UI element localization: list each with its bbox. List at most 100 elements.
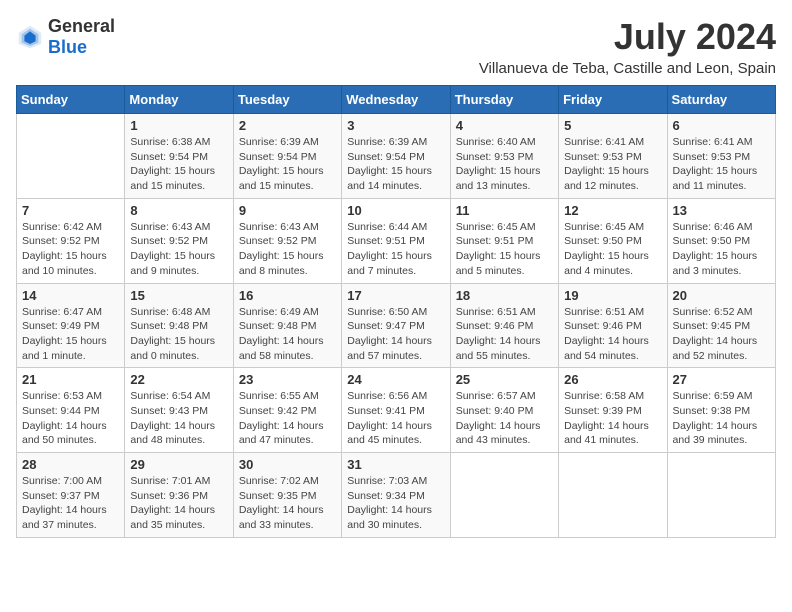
calendar-cell: 4 Sunrise: 6:40 AM Sunset: 9:53 PM Daylig… — [450, 114, 558, 199]
day-info: Sunrise: 6:39 AM Sunset: 9:54 PM Dayligh… — [347, 135, 444, 194]
calendar-cell: 12 Sunrise: 6:45 AM Sunset: 9:50 PM Dayli… — [559, 198, 667, 283]
calendar-table: SundayMondayTuesdayWednesdayThursdayFrid… — [16, 85, 776, 538]
day-number: 1 — [130, 118, 227, 133]
calendar-cell — [450, 453, 558, 538]
day-number: 21 — [22, 372, 119, 387]
calendar-cell: 22 Sunrise: 6:54 AM Sunset: 9:43 PM Dayli… — [125, 368, 233, 453]
calendar-header: SundayMondayTuesdayWednesdayThursdayFrid… — [17, 86, 776, 114]
day-info: Sunrise: 6:56 AM Sunset: 9:41 PM Dayligh… — [347, 389, 444, 448]
header-sunday: Sunday — [17, 86, 125, 114]
week-row-2: 14 Sunrise: 6:47 AM Sunset: 9:49 PM Dayli… — [17, 283, 776, 368]
day-info: Sunrise: 7:00 AM Sunset: 9:37 PM Dayligh… — [22, 474, 119, 533]
week-row-3: 21 Sunrise: 6:53 AM Sunset: 9:44 PM Dayli… — [17, 368, 776, 453]
calendar-cell: 7 Sunrise: 6:42 AM Sunset: 9:52 PM Daylig… — [17, 198, 125, 283]
calendar-cell: 27Sunrise: 6:59 AM Sunset: 9:38 PM Dayli… — [667, 368, 775, 453]
calendar-cell: 16 Sunrise: 6:49 AM Sunset: 9:48 PM Dayli… — [233, 283, 341, 368]
day-number: 28 — [22, 457, 119, 472]
day-number: 8 — [130, 203, 227, 218]
day-info: Sunrise: 6:53 AM Sunset: 9:44 PM Dayligh… — [22, 389, 119, 448]
calendar-cell — [17, 114, 125, 199]
header-friday: Friday — [559, 86, 667, 114]
day-info: Sunrise: 6:52 AM Sunset: 9:45 PM Dayligh… — [673, 305, 770, 364]
day-number: 11 — [456, 203, 553, 218]
day-number: 27 — [673, 372, 770, 387]
calendar-cell: 25Sunrise: 6:57 AM Sunset: 9:40 PM Dayli… — [450, 368, 558, 453]
calendar-cell: 14 Sunrise: 6:47 AM Sunset: 9:49 PM Dayli… — [17, 283, 125, 368]
calendar-cell: 1Sunrise: 6:38 AM Sunset: 9:54 PM Daylig… — [125, 114, 233, 199]
day-number: 3 — [347, 118, 444, 133]
page-header: General Blue July 2024 Villanueva de Teb… — [16, 16, 776, 77]
week-row-0: 1Sunrise: 6:38 AM Sunset: 9:54 PM Daylig… — [17, 114, 776, 199]
header-saturday: Saturday — [667, 86, 775, 114]
day-info: Sunrise: 6:58 AM Sunset: 9:39 PM Dayligh… — [564, 389, 661, 448]
day-info: Sunrise: 6:50 AM Sunset: 9:47 PM Dayligh… — [347, 305, 444, 364]
day-info: Sunrise: 6:51 AM Sunset: 9:46 PM Dayligh… — [456, 305, 553, 364]
day-number: 15 — [130, 288, 227, 303]
day-info: Sunrise: 6:51 AM Sunset: 9:46 PM Dayligh… — [564, 305, 661, 364]
day-number: 2 — [239, 118, 336, 133]
day-number: 6 — [673, 118, 770, 133]
day-number: 9 — [239, 203, 336, 218]
day-info: Sunrise: 6:55 AM Sunset: 9:42 PM Dayligh… — [239, 389, 336, 448]
calendar-cell: 11 Sunrise: 6:45 AM Sunset: 9:51 PM Dayli… — [450, 198, 558, 283]
day-number: 16 — [239, 288, 336, 303]
day-number: 29 — [130, 457, 227, 472]
calendar-cell: 5Sunrise: 6:41 AM Sunset: 9:53 PM Daylig… — [559, 114, 667, 199]
calendar-cell: 30 Sunrise: 7:02 AM Sunset: 9:35 PM Dayli… — [233, 453, 341, 538]
calendar-cell: 26Sunrise: 6:58 AM Sunset: 9:39 PM Dayli… — [559, 368, 667, 453]
day-info: Sunrise: 6:44 AM Sunset: 9:51 PM Dayligh… — [347, 220, 444, 279]
day-info: Sunrise: 6:40 AM Sunset: 9:53 PM Dayligh… — [456, 135, 553, 194]
header-wednesday: Wednesday — [342, 86, 450, 114]
day-info: Sunrise: 6:43 AM Sunset: 9:52 PM Dayligh… — [239, 220, 336, 279]
day-number: 14 — [22, 288, 119, 303]
day-info: Sunrise: 6:49 AM Sunset: 9:48 PM Dayligh… — [239, 305, 336, 364]
day-number: 18 — [456, 288, 553, 303]
logo-icon — [16, 23, 44, 51]
day-info: Sunrise: 6:42 AM Sunset: 9:52 PM Dayligh… — [22, 220, 119, 279]
calendar-cell: 8Sunrise: 6:43 AM Sunset: 9:52 PM Daylig… — [125, 198, 233, 283]
day-info: Sunrise: 7:01 AM Sunset: 9:36 PM Dayligh… — [130, 474, 227, 533]
calendar-cell: 6Sunrise: 6:41 AM Sunset: 9:53 PM Daylig… — [667, 114, 775, 199]
main-title: July 2024 — [479, 16, 776, 58]
day-info: Sunrise: 7:02 AM Sunset: 9:35 PM Dayligh… — [239, 474, 336, 533]
day-info: Sunrise: 6:54 AM Sunset: 9:43 PM Dayligh… — [130, 389, 227, 448]
calendar-cell: 10Sunrise: 6:44 AM Sunset: 9:51 PM Dayli… — [342, 198, 450, 283]
day-number: 24 — [347, 372, 444, 387]
header-monday: Monday — [125, 86, 233, 114]
day-info: Sunrise: 6:46 AM Sunset: 9:50 PM Dayligh… — [673, 220, 770, 279]
week-row-1: 7 Sunrise: 6:42 AM Sunset: 9:52 PM Daylig… — [17, 198, 776, 283]
day-number: 30 — [239, 457, 336, 472]
calendar-cell: 17 Sunrise: 6:50 AM Sunset: 9:47 PM Dayli… — [342, 283, 450, 368]
day-info: Sunrise: 6:39 AM Sunset: 9:54 PM Dayligh… — [239, 135, 336, 194]
day-info: Sunrise: 6:47 AM Sunset: 9:49 PM Dayligh… — [22, 305, 119, 364]
day-info: Sunrise: 6:45 AM Sunset: 9:50 PM Dayligh… — [564, 220, 661, 279]
day-info: Sunrise: 6:45 AM Sunset: 9:51 PM Dayligh… — [456, 220, 553, 279]
title-block: July 2024 Villanueva de Teba, Castille a… — [479, 16, 776, 77]
day-number: 23 — [239, 372, 336, 387]
calendar-cell: 31Sunrise: 7:03 AM Sunset: 9:34 PM Dayli… — [342, 453, 450, 538]
day-number: 19 — [564, 288, 661, 303]
day-number: 13 — [673, 203, 770, 218]
calendar-cell: 28 Sunrise: 7:00 AM Sunset: 9:37 PM Dayli… — [17, 453, 125, 538]
day-number: 4 — [456, 118, 553, 133]
logo: General Blue — [16, 16, 115, 58]
header-row: SundayMondayTuesdayWednesdayThursdayFrid… — [17, 86, 776, 114]
day-info: Sunrise: 6:48 AM Sunset: 9:48 PM Dayligh… — [130, 305, 227, 364]
day-number: 22 — [130, 372, 227, 387]
calendar-cell: 20 Sunrise: 6:52 AM Sunset: 9:45 PM Dayli… — [667, 283, 775, 368]
day-number: 17 — [347, 288, 444, 303]
day-number: 20 — [673, 288, 770, 303]
logo-text: General Blue — [48, 16, 115, 58]
day-number: 12 — [564, 203, 661, 218]
day-info: Sunrise: 6:41 AM Sunset: 9:53 PM Dayligh… — [564, 135, 661, 194]
calendar-cell: 3 Sunrise: 6:39 AM Sunset: 9:54 PM Daylig… — [342, 114, 450, 199]
header-thursday: Thursday — [450, 86, 558, 114]
subtitle: Villanueva de Teba, Castille and Leon, S… — [479, 60, 776, 77]
calendar-cell: 24 Sunrise: 6:56 AM Sunset: 9:41 PM Dayli… — [342, 368, 450, 453]
day-number: 31 — [347, 457, 444, 472]
day-number: 7 — [22, 203, 119, 218]
calendar-cell: 15 Sunrise: 6:48 AM Sunset: 9:48 PM Dayli… — [125, 283, 233, 368]
week-row-4: 28 Sunrise: 7:00 AM Sunset: 9:37 PM Dayli… — [17, 453, 776, 538]
day-info: Sunrise: 6:57 AM Sunset: 9:40 PM Dayligh… — [456, 389, 553, 448]
header-tuesday: Tuesday — [233, 86, 341, 114]
